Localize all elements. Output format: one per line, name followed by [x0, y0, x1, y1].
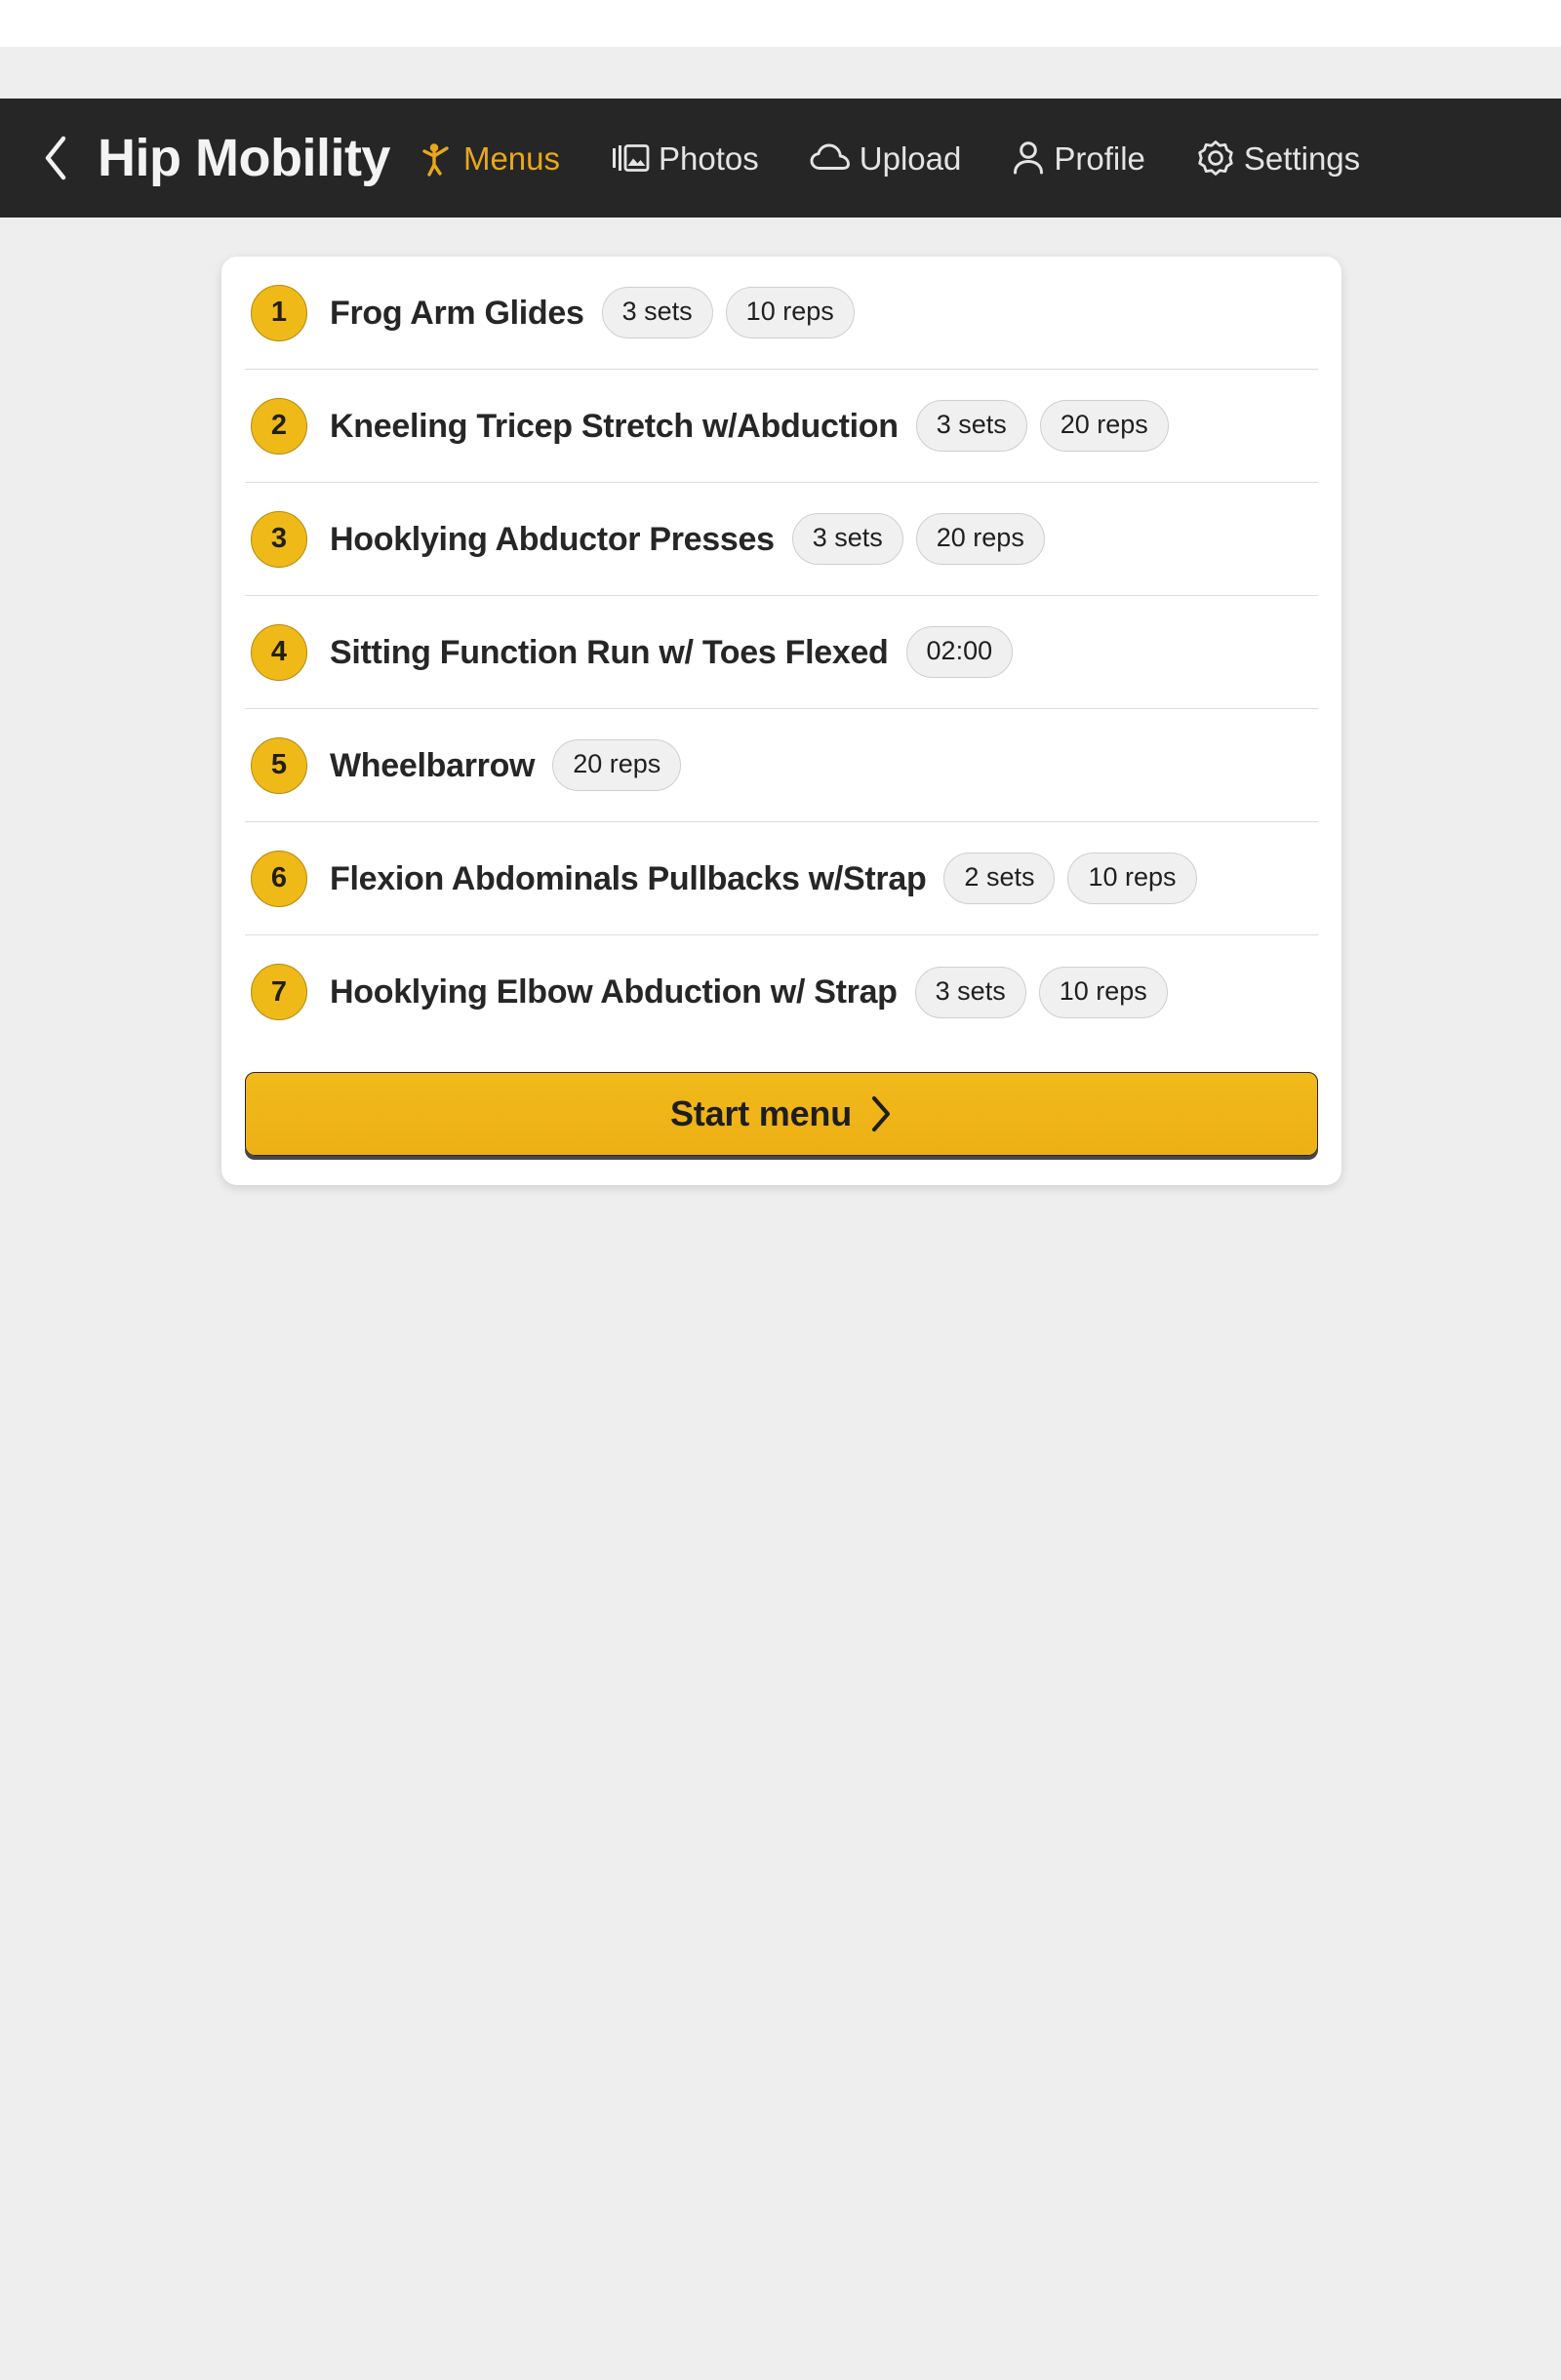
status-badge: 10 reps: [1067, 853, 1197, 904]
nav-item-settings[interactable]: Settings: [1196, 131, 1360, 185]
top-white-strip: [0, 0, 1561, 47]
status-badge: 10 reps: [725, 287, 855, 338]
nav-item-profile[interactable]: Profile: [1012, 132, 1145, 184]
nav-item-photos[interactable]: Photos: [611, 134, 759, 182]
status-badge: 3 sets: [601, 287, 713, 338]
status-badge: 3 sets: [914, 966, 1026, 1018]
table-row[interactable]: 2 Kneeling Tricep Stretch w/Abduction 3 …: [245, 370, 1318, 483]
person-icon: [1012, 139, 1045, 177]
exercise-badges: 2 sets 10 reps: [943, 853, 1197, 904]
nav-item-label: Settings: [1243, 139, 1361, 177]
gear-icon: [1196, 139, 1235, 178]
status-badge: 10 reps: [1038, 966, 1168, 1018]
exercise-number: 1: [251, 284, 307, 341]
app-screen: Hip Mobility Menus Photos Upload Profile…: [0, 0, 1561, 2380]
status-badge: 02:00: [905, 626, 1014, 678]
exercise-badges: 20 reps: [552, 739, 682, 791]
nav-item-label: Profile: [1054, 139, 1145, 177]
status-badge: 20 reps: [552, 739, 682, 791]
exercise-badges: 3 sets 10 reps: [914, 966, 1168, 1018]
photos-icon: [611, 141, 650, 175]
nav-item-label: Photos: [659, 139, 759, 177]
exercise-name: Hooklying Elbow Abduction w/ Strap: [330, 973, 898, 1011]
exercise-number: 4: [251, 623, 307, 681]
nav-item-label: Upload: [859, 139, 962, 177]
header-nav: Menus Photos Upload Profile Settings: [418, 131, 1536, 185]
start-menu-button[interactable]: Start menu: [245, 1072, 1318, 1156]
exercise-number: 3: [251, 510, 307, 568]
exercise-name: Frog Arm Glides: [330, 294, 584, 332]
status-badge: 3 sets: [791, 513, 903, 565]
exercise-number: 6: [251, 850, 307, 907]
exercise-list-card: 1 Frog Arm Glides 3 sets 10 reps 2 Kneel…: [221, 257, 1341, 1185]
exercise-badges: 3 sets 20 reps: [791, 513, 1045, 565]
card-footer: Start menu: [221, 1049, 1341, 1185]
table-row[interactable]: 4 Sitting Function Run w/ Toes Flexed 02…: [245, 596, 1318, 709]
exercise-number: 2: [251, 397, 307, 455]
exercise-name: Hooklying Abductor Presses: [330, 520, 775, 558]
status-badge: 3 sets: [915, 400, 1027, 452]
chevron-left-icon: [42, 135, 69, 181]
table-row[interactable]: 3 Hooklying Abductor Presses 3 sets 20 r…: [245, 483, 1318, 596]
nav-item-upload[interactable]: Upload: [810, 135, 962, 182]
app-header: Hip Mobility Menus Photos Upload Profile…: [0, 99, 1561, 218]
exercise-name: Sitting Function Run w/ Toes Flexed: [330, 633, 889, 671]
exercise-list: 1 Frog Arm Glides 3 sets 10 reps 2 Kneel…: [221, 257, 1341, 1049]
exercise-person-icon: [418, 139, 455, 177]
exercise-badges: 3 sets 10 reps: [601, 287, 855, 338]
exercise-badges: 3 sets 20 reps: [915, 400, 1169, 452]
chevron-right-icon: [869, 1094, 893, 1133]
back-button[interactable]: [33, 124, 78, 192]
status-badge: 2 sets: [943, 853, 1056, 904]
nav-item-menus[interactable]: Menus: [418, 132, 560, 184]
table-row[interactable]: 7 Hooklying Elbow Abduction w/ Strap 3 s…: [245, 935, 1318, 1049]
exercise-name: Kneeling Tricep Stretch w/Abduction: [330, 407, 899, 445]
table-row[interactable]: 5 Wheelbarrow 20 reps: [245, 709, 1318, 822]
page-title: Hip Mobility: [98, 129, 390, 187]
exercise-number: 5: [251, 736, 307, 794]
start-menu-label: Start menu: [669, 1093, 853, 1133]
nav-item-label: Menus: [462, 139, 561, 177]
table-row[interactable]: 6 Flexion Abdominals Pullbacks w/Strap 2…: [245, 822, 1318, 935]
status-badge: 20 reps: [915, 513, 1045, 565]
exercise-name: Flexion Abdominals Pullbacks w/Strap: [330, 859, 927, 897]
status-badge: 20 reps: [1039, 400, 1169, 452]
exercise-number: 7: [251, 964, 307, 1020]
table-row[interactable]: 1 Frog Arm Glides 3 sets 10 reps: [245, 257, 1318, 370]
cloud-upload-icon: [810, 143, 851, 173]
exercise-name: Wheelbarrow: [330, 746, 536, 784]
exercise-badges: 02:00: [905, 626, 1014, 678]
